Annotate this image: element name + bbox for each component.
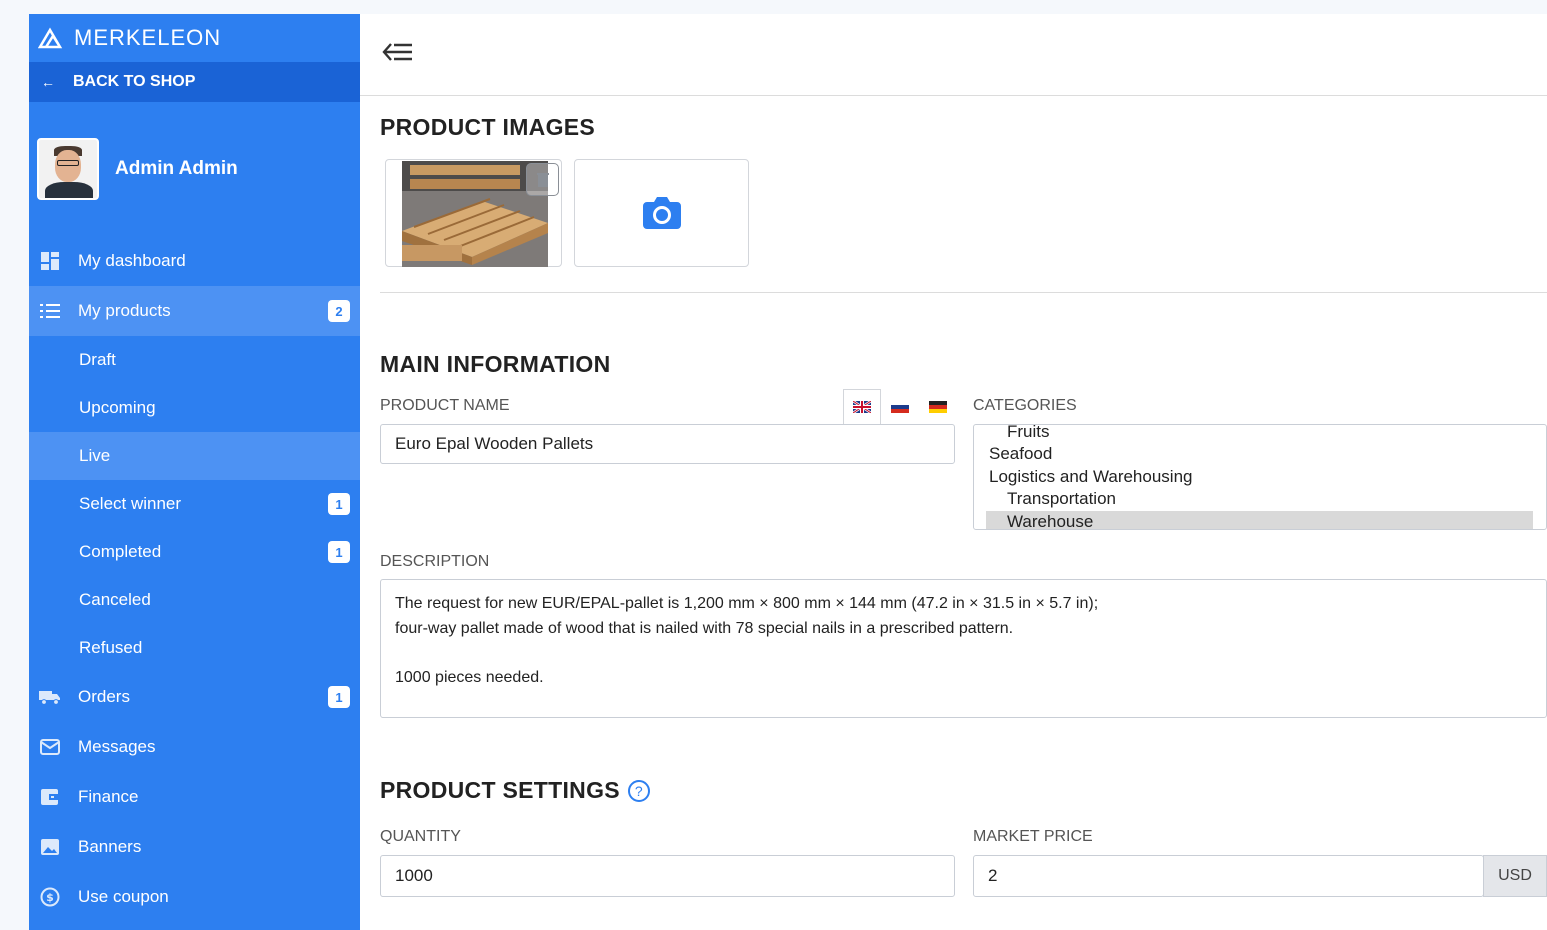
sidebar-item-label: Messages <box>78 737 156 756</box>
main-information-title: MAIN INFORMATION <box>380 351 611 377</box>
sidebar-item-label: Use coupon <box>78 887 169 906</box>
sidebar-subitem-completed[interactable]: Completed 1 <box>29 528 360 576</box>
svg-text:$: $ <box>46 891 54 904</box>
currency-addon: USD <box>1483 855 1547 897</box>
category-option[interactable]: Logistics and Warehousing <box>974 466 1546 489</box>
sidebar-item-label: Finance <box>78 787 139 806</box>
camera-icon <box>642 197 681 229</box>
description-line: 1000 pieces needed. <box>395 669 544 686</box>
collapse-sidebar-icon[interactable] <box>382 41 414 68</box>
de-flag-icon <box>929 401 947 413</box>
sidebar-item-label: Orders <box>78 687 130 706</box>
brand-logo[interactable]: MERKELEON <box>29 14 360 62</box>
product-name-input[interactable]: Euro Epal Wooden Pallets <box>380 424 955 464</box>
sidebar-item-finance[interactable]: Finance <box>29 772 360 822</box>
sidebar-subitem-label: Refused <box>79 638 143 657</box>
sidebar-subitem-label: Draft <box>79 350 116 369</box>
sidebar-item-messages[interactable]: Messages <box>29 722 360 772</box>
ru-flag-icon <box>891 401 909 413</box>
sidebar-subitem-draft[interactable]: Draft <box>29 336 360 384</box>
sidebar-item-products[interactable]: My products 2 <box>29 286 360 336</box>
coin-icon: $ <box>39 886 61 908</box>
sidebar-item-label: My products <box>78 301 171 320</box>
user-profile[interactable]: Admin Admin <box>29 102 360 236</box>
product-settings-title-text: PRODUCT SETTINGS <box>380 777 620 803</box>
uk-flag-icon <box>853 401 871 413</box>
sidebar-item-dashboard[interactable]: My dashboard <box>29 236 360 286</box>
envelope-icon <box>39 736 61 758</box>
market-price-input[interactable]: 2 <box>973 855 1484 897</box>
main-content: PRODUCT IMAGES MAIN INFORMATION PRODUCT … <box>360 14 1547 930</box>
count-badge: 1 <box>328 493 350 515</box>
sidebar-subitem-refused[interactable]: Refused <box>29 624 360 672</box>
list-icon <box>39 300 61 322</box>
sidebar-item-banners[interactable]: Banners <box>29 822 360 872</box>
count-badge: 1 <box>328 541 350 563</box>
image-icon <box>39 836 61 858</box>
sidebar-subitem-upcoming[interactable]: Upcoming <box>29 384 360 432</box>
arrow-left-icon: ← <box>41 74 55 90</box>
avatar <box>37 138 99 200</box>
flag-de-tab[interactable] <box>919 389 957 425</box>
sidebar-subitem-live[interactable]: Live <box>29 432 360 480</box>
help-icon[interactable]: ? <box>627 779 650 802</box>
wallet-icon <box>39 786 61 808</box>
sidebar-subitem-label: Select winner <box>79 494 182 513</box>
brand-name: MERKELEON <box>74 25 222 50</box>
product-settings-title: PRODUCT SETTINGS ? <box>380 777 650 804</box>
product-image-thumb[interactable] <box>385 159 562 267</box>
app-window: MERKELEON ← BACK TO SHOP Admin Admin My … <box>0 0 1547 930</box>
sidebar-subitem-select-winner[interactable]: Select winner 1 <box>29 480 360 528</box>
category-option[interactable]: Fruits <box>974 425 1546 443</box>
sidebar-subitem-label: Upcoming <box>79 398 156 417</box>
description-label: DESCRIPTION <box>380 553 490 570</box>
dashboard-icon <box>39 250 61 272</box>
sidebar: MERKELEON ← BACK TO SHOP Admin Admin My … <box>29 14 360 930</box>
categories-label: CATEGORIES <box>973 397 1077 414</box>
category-option[interactable]: Seafood <box>974 443 1546 466</box>
quantity-label: QUANTITY <box>380 828 461 845</box>
count-badge: 1 <box>328 686 350 708</box>
categories-select[interactable]: Fruits Seafood Logistics and Warehousing… <box>973 424 1547 530</box>
sidebar-item-label: Banners <box>78 837 142 856</box>
sidebar-subitem-label: Live <box>79 446 111 465</box>
user-name: Admin Admin <box>115 158 238 179</box>
description-line: four-way pallet made of wood that is nai… <box>395 620 1014 637</box>
product-name-label: PRODUCT NAME <box>380 397 510 414</box>
product-images-title: PRODUCT IMAGES <box>380 114 596 140</box>
sidebar-item-label: My dashboard <box>78 251 186 270</box>
sidebar-item-use-coupon[interactable]: $ Use coupon <box>29 872 360 922</box>
top-bar <box>360 14 1547 96</box>
count-badge: 2 <box>328 300 350 322</box>
flag-en-tab[interactable] <box>843 389 881 425</box>
language-tabs <box>843 389 957 425</box>
market-price-label: MARKET PRICE <box>973 828 1093 845</box>
sidebar-subitem-label: Completed <box>79 542 162 561</box>
truck-icon <box>39 686 61 708</box>
add-image-button[interactable] <box>574 159 749 267</box>
divider <box>380 292 1547 293</box>
sidebar-subitem-canceled[interactable]: Canceled <box>29 576 360 624</box>
category-option-selected[interactable]: Warehouse <box>986 510 1533 529</box>
back-to-shop-link[interactable]: ← BACK TO SHOP <box>29 62 360 102</box>
quantity-input[interactable]: 1000 <box>380 855 955 897</box>
delete-image-icon[interactable] <box>526 163 559 196</box>
back-to-shop-label: BACK TO SHOP <box>73 73 196 90</box>
sidebar-subitem-label: Canceled <box>79 590 151 609</box>
merkeleon-logo-icon <box>38 27 63 49</box>
description-textarea[interactable]: The request for new EUR/EPAL-pallet is 1… <box>380 579 1547 718</box>
flag-ru-tab[interactable] <box>881 389 919 425</box>
category-option[interactable]: Transportation <box>974 488 1546 511</box>
sidebar-item-orders[interactable]: Orders 1 <box>29 672 360 722</box>
description-line: The request for new EUR/EPAL-pallet is 1… <box>395 595 1099 612</box>
